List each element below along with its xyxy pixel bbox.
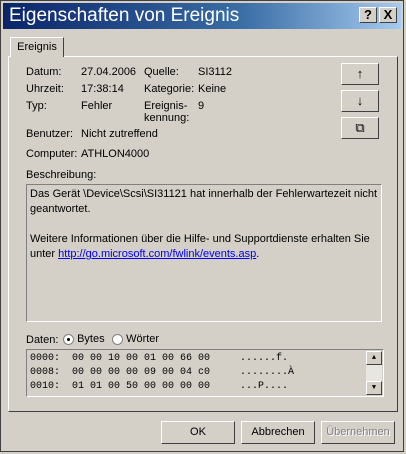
radio-bytes-indicator[interactable] <box>63 333 74 345</box>
previous-event-button[interactable]: ↑ <box>341 63 379 85</box>
description-text-2: Weitere Informationen über die Hilfe- un… <box>30 232 378 262</box>
next-event-button[interactable]: ↓ <box>341 90 379 112</box>
data-hex-box[interactable]: 0000: 00 00 10 00 01 00 66 00 ......f. 0… <box>26 349 384 397</box>
description-label: Beschreibung: <box>26 169 97 181</box>
description-text-1: Das Gerät \Device\Scsi\SI31121 hat inner… <box>30 188 378 215</box>
ok-button[interactable]: OK <box>161 421 235 444</box>
benutzer-value: Nicht zutreffend <box>81 128 158 140</box>
title-bar[interactable]: Eigenschaften von Ereignis ? X <box>3 3 401 29</box>
radio-words-indicator[interactable] <box>112 333 123 345</box>
apply-button[interactable]: Übernehmen <box>321 421 395 444</box>
help-icon[interactable]: ? <box>359 7 377 23</box>
radio-words[interactable]: Wörter <box>112 333 159 345</box>
kategorie-value: Keine <box>198 83 227 95</box>
kennung-label-1: Ereignis- <box>144 100 188 112</box>
kennung-value: 9 <box>198 100 205 112</box>
kennung-label-2: kennung: <box>144 112 190 124</box>
description-text-2-suffix: . <box>256 248 260 260</box>
cancel-button[interactable]: Abbrechen <box>241 421 315 444</box>
kategorie-label: Kategorie: <box>144 83 195 95</box>
tab-ereignis[interactable]: Ereignis <box>10 37 64 57</box>
radio-bytes[interactable]: Bytes <box>63 333 105 345</box>
benutzer-label: Benutzer: <box>26 128 74 140</box>
copy-button[interactable]: ⧉ <box>341 117 379 139</box>
data-row: 0008: 00 00 00 00 09 00 04 c0 ........À <box>30 367 295 378</box>
window-title: Eigenschaften von Ereignis <box>9 5 240 26</box>
description-box[interactable]: Das Gerät \Device\Scsi\SI31121 hat inner… <box>26 184 382 322</box>
computer-value: ATHLON4000 <box>81 148 150 160</box>
copy-icon: ⧉ <box>355 120 365 135</box>
data-scrollbar[interactable]: ▲ ▼ <box>366 351 382 395</box>
radio-words-label: Wörter <box>126 333 160 345</box>
quelle-value: SI3112 <box>198 66 233 78</box>
computer-label: Computer: <box>26 148 78 160</box>
help-link[interactable]: http://go.microsoft.com/fwlink/events.as… <box>58 248 256 260</box>
close-icon[interactable]: X <box>379 7 397 23</box>
datum-label: Datum: <box>26 66 62 78</box>
uhrzeit-value: 17:38:14 <box>81 83 124 95</box>
arrow-down-icon: ↓ <box>356 93 364 108</box>
typ-label: Typ: <box>26 100 47 112</box>
datum-value: 27.04.2006 <box>81 66 137 78</box>
scroll-up-icon[interactable]: ▲ <box>366 351 382 365</box>
data-row: 0000: 00 00 10 00 01 00 66 00 ......f. <box>30 353 289 364</box>
uhrzeit-label: Uhrzeit: <box>26 83 64 95</box>
scroll-down-icon[interactable]: ▼ <box>366 381 382 395</box>
radio-bytes-label: Bytes <box>77 333 105 345</box>
typ-value: Fehler <box>81 100 113 112</box>
quelle-label: Quelle: <box>144 66 179 78</box>
data-label: Daten: <box>26 334 59 346</box>
arrow-up-icon: ↑ <box>356 66 364 81</box>
event-properties-window: Eigenschaften von Ereignis ? X Ereignis … <box>0 0 404 452</box>
data-row: 0010: 01 01 00 50 00 00 00 00 ...P.... <box>30 381 289 392</box>
